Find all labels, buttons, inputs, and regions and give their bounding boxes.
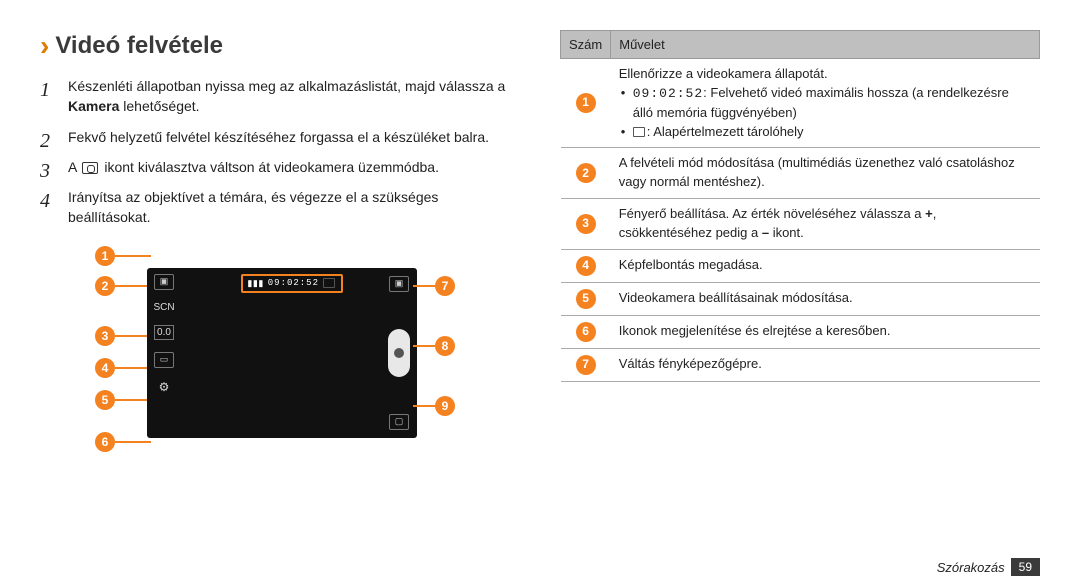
- settings-icon: [159, 380, 170, 394]
- callout-8: 8: [435, 336, 455, 356]
- row-badge: 3: [576, 214, 596, 234]
- callout-2: 2: [95, 276, 115, 296]
- step-3: A ikont kiválasztva váltson át videokame…: [40, 157, 520, 177]
- callout-3: 3: [95, 326, 115, 346]
- record-button: [388, 329, 410, 377]
- row-badge: 6: [576, 322, 596, 342]
- heading-text: Videó felvétele: [55, 32, 223, 60]
- table-row: 5 Videokamera beállításainak módosítása.: [561, 282, 1040, 315]
- gallery-icon: ▢: [389, 414, 409, 430]
- callout-5: 5: [95, 390, 115, 410]
- exposure-icon: 0.0: [154, 325, 174, 340]
- table-row: 1 Ellenőrizze a videokamera állapotát.09:…: [561, 59, 1040, 148]
- row-badge: 5: [576, 289, 596, 309]
- preview-left-toolbar: ▣ SCN 0.0 ▭: [147, 268, 181, 438]
- row-number: 6: [561, 315, 611, 348]
- mode-icon: ▣: [154, 274, 174, 290]
- table-row: 2 A felvételi mód módosítása (multimédiás…: [561, 148, 1040, 199]
- callout-4: 4: [95, 358, 115, 378]
- table-row: 7 Váltás fényképezőgépre.: [561, 348, 1040, 381]
- row-number: 4: [561, 249, 611, 282]
- step-1: Készenléti állapotban nyissa meg az alka…: [40, 76, 520, 117]
- row-badge: 1: [576, 93, 596, 113]
- row-text: Videokamera beállításainak módosítása.: [611, 282, 1040, 315]
- row-badge: 4: [576, 256, 596, 276]
- row-number: 7: [561, 348, 611, 381]
- table-row: 4 Képfelbontás megadása.: [561, 249, 1040, 282]
- step-4: Irányítsa az objektívet a témára, és vég…: [40, 187, 520, 228]
- row-badge: 7: [576, 355, 596, 375]
- th-operation: Művelet: [611, 31, 1040, 59]
- row-number: 3: [561, 199, 611, 250]
- battery-icon: ▮▮▮: [247, 278, 263, 289]
- preview-main: ▮▮▮ 09:02:52: [181, 268, 381, 438]
- section-heading: › Videó felvétele: [40, 30, 520, 62]
- page-footer: Szórakozás 59: [40, 558, 1040, 576]
- row-text: Képfelbontás megadása.: [611, 249, 1040, 282]
- row-number: 2: [561, 148, 611, 199]
- callout-6: 6: [95, 432, 115, 452]
- page-number: 59: [1011, 558, 1040, 576]
- resolution-icon: ▭: [154, 352, 174, 368]
- time-code: 09:02:52: [633, 86, 703, 101]
- table-row: 3 Fényerő beállítása. Az érték növeléséhe…: [561, 199, 1040, 250]
- operations-table: Szám Művelet 1 Ellenőrizze a videokamera …: [560, 30, 1040, 382]
- callout-9: 9: [435, 396, 455, 416]
- row-text: Fényerő beállítása. Az érték növeléséhez…: [611, 199, 1040, 250]
- storage-icon: [323, 278, 335, 288]
- th-number: Szám: [561, 31, 611, 59]
- section-name: Szórakozás: [937, 560, 1005, 575]
- table-row: 6 Ikonok megjelenítése és elrejtése a ker…: [561, 315, 1040, 348]
- row-text: A felvételi mód módosítása (multimédiás …: [611, 148, 1040, 199]
- callout-7: 7: [435, 276, 455, 296]
- steps-list: Készenléti állapotban nyissa meg az alka…: [40, 76, 520, 228]
- preview-right-toolbar: ▣ ▢: [381, 268, 417, 438]
- scn-icon: SCN: [153, 302, 174, 313]
- camera-preview: ▣ SCN 0.0 ▭ ▮▮▮ 09:02:52 ▣ ▢: [147, 268, 417, 438]
- status-bar: ▮▮▮ 09:02:52: [241, 274, 343, 293]
- callout-1: 1: [95, 246, 115, 266]
- switch-to-photo-icon: ▣: [389, 276, 409, 292]
- camera-icon: [82, 162, 98, 174]
- row-text: Váltás fényképezőgépre.: [611, 348, 1040, 381]
- row-number: 1: [561, 59, 611, 148]
- camera-preview-diagram: 1 2 3 4 5 6 ▣ SCN 0.0 ▭: [95, 246, 465, 461]
- heading-chevron-icon: ›: [40, 30, 49, 62]
- row-badge: 2: [576, 163, 596, 183]
- storage-card-icon: [633, 127, 645, 137]
- row-text: Ellenőrizze a videokamera állapotát.09:0…: [611, 59, 1040, 148]
- row-text: Ikonok megjelenítése és elrejtése a kere…: [611, 315, 1040, 348]
- row-number: 5: [561, 282, 611, 315]
- rec-time: 09:02:52: [268, 278, 319, 288]
- step-2: Fekvő helyzetű felvétel készítéséhez for…: [40, 127, 520, 147]
